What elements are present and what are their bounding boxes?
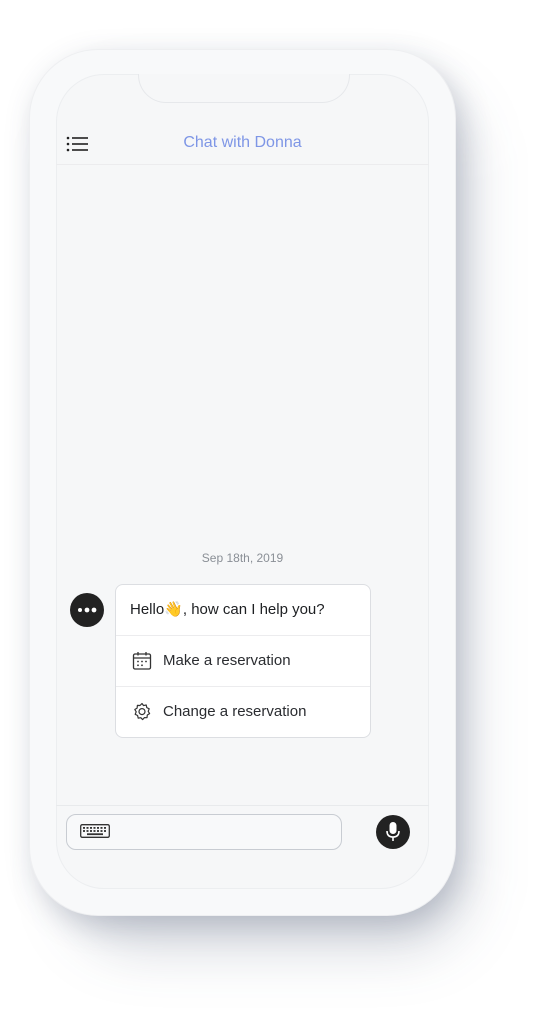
phone-frame: Chat with Donna Sep 18th, 2019 Hello👋, h… [30, 50, 455, 915]
make-reservation-button[interactable]: Make a reservation [116, 636, 370, 686]
chat-header: Chat with Donna [56, 124, 429, 165]
calendar-icon [132, 652, 152, 670]
gear-icon [134, 702, 151, 721]
composer-divider [56, 805, 429, 806]
option-label: Change a reservation [163, 703, 307, 720]
microphone-button[interactable] [376, 815, 410, 849]
greeting-text: Hello👋, how can I help you? [116, 585, 370, 636]
bot-avatar [70, 593, 104, 627]
change-reservation-button[interactable]: Change a reservation [116, 686, 370, 737]
message-input[interactable] [66, 814, 342, 850]
chat-date: Sep 18th, 2019 [201, 551, 284, 565]
phone-screen: Chat with Donna Sep 18th, 2019 Hello👋, h… [56, 74, 429, 889]
mockup-stage: Chat with Donna Sep 18th, 2019 Hello👋, h… [0, 0, 552, 1023]
ellipsis-icon [78, 607, 97, 613]
phone-notch [138, 74, 350, 103]
keyboard-icon[interactable] [80, 824, 110, 838]
option-label: Make a reservation [163, 652, 291, 669]
page-title: Chat with Donna [183, 134, 302, 151]
bot-message-bubble: Hello👋, how can I help you? Make a reser [115, 584, 371, 738]
microphone-icon [386, 822, 400, 841]
